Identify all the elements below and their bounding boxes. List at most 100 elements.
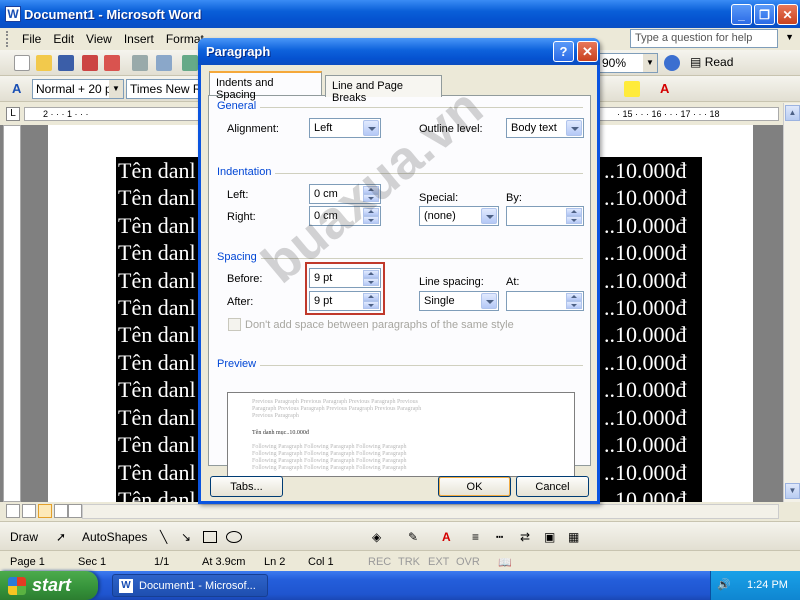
save-icon[interactable] xyxy=(58,55,74,71)
minimize-button[interactable]: _ xyxy=(731,4,752,25)
styles-icon[interactable]: A xyxy=(12,81,28,97)
close-button[interactable]: ✕ xyxy=(777,4,798,25)
alignment-select[interactable]: Left xyxy=(309,118,381,138)
word-title-bar[interactable]: W Document1 - Microsoft Word _ ❐ ✕ xyxy=(0,0,800,28)
vertical-scrollbar[interactable]: ▲ ▼ xyxy=(783,103,800,502)
cancel-button[interactable]: Cancel xyxy=(516,476,589,497)
reading-view-icon[interactable] xyxy=(68,504,82,518)
status-rec[interactable]: REC xyxy=(368,556,391,568)
spin-up-icon[interactable] xyxy=(566,293,582,301)
arrow-icon[interactable]: ↘ xyxy=(181,530,191,544)
by-spinner[interactable] xyxy=(506,206,584,226)
at-spinner[interactable] xyxy=(506,291,584,311)
item-price: ..10.000đ xyxy=(604,158,687,183)
scroll-down-icon[interactable]: ▼ xyxy=(785,483,800,499)
status-ext[interactable]: EXT xyxy=(428,556,449,568)
ok-button-label: OK xyxy=(466,480,483,493)
dialog-help-button[interactable]: ? xyxy=(553,41,574,62)
outline-level-select[interactable]: Body text xyxy=(506,118,584,138)
scroll-up-icon[interactable]: ▲ xyxy=(785,105,800,121)
new-document-icon[interactable] xyxy=(14,55,30,71)
3d-style-icon[interactable]: ▦ xyxy=(568,530,579,544)
select-objects-icon[interactable]: ➚ xyxy=(56,530,66,544)
pdf-icon[interactable] xyxy=(104,55,120,71)
indent-right-spinner[interactable]: 0 cm xyxy=(309,206,381,226)
dialog-title-bar[interactable]: Paragraph xyxy=(198,38,600,65)
spin-up-icon[interactable] xyxy=(566,208,582,216)
clock[interactable]: 1:24 PM xyxy=(747,579,788,591)
spelling-status-icon[interactable]: 📖 xyxy=(498,556,512,569)
windows-taskbar: start W Document1 - Microsof... 🔊 1:24 P… xyxy=(0,571,800,600)
highlight-icon[interactable] xyxy=(624,81,640,97)
zoom-value: 90% xyxy=(602,56,627,70)
chevron-down-icon xyxy=(363,120,379,136)
rectangle-icon[interactable] xyxy=(203,531,217,543)
permission-icon[interactable] xyxy=(82,55,98,71)
line-icon[interactable]: ╲ xyxy=(160,530,167,544)
line-color-icon[interactable]: ✎ xyxy=(408,530,418,544)
web-view-icon[interactable] xyxy=(22,504,36,518)
ok-button[interactable]: OK xyxy=(438,476,511,497)
chevron-down-icon xyxy=(481,208,497,224)
open-folder-icon[interactable] xyxy=(36,55,52,71)
dont-add-space-checkbox[interactable] xyxy=(228,318,241,331)
menu-insert[interactable]: Insert xyxy=(118,32,160,46)
special-select[interactable]: (none) xyxy=(419,206,499,226)
menu-edit[interactable]: Edit xyxy=(47,32,80,46)
line-style-icon[interactable]: ≡ xyxy=(472,530,479,544)
spin-down-icon[interactable] xyxy=(566,301,582,309)
spin-up-icon[interactable] xyxy=(363,186,379,194)
spin-down-icon[interactable] xyxy=(363,216,379,224)
spin-down-icon[interactable] xyxy=(363,194,379,202)
spelling-icon[interactable] xyxy=(182,55,198,71)
horizontal-scrollbar[interactable] xyxy=(82,504,779,519)
spin-down-icon[interactable] xyxy=(566,216,582,224)
help-icon[interactable] xyxy=(664,55,680,71)
read-button[interactable]: ▤ Read xyxy=(690,55,742,71)
print-preview-icon[interactable] xyxy=(156,55,172,71)
ask-question-input[interactable]: Type a question for help xyxy=(630,29,778,48)
start-button[interactable]: start xyxy=(0,571,98,600)
line-spacing-select[interactable]: Single xyxy=(419,291,499,311)
maximize-button[interactable]: ❐ xyxy=(754,4,775,25)
status-trk[interactable]: TRK xyxy=(398,556,420,568)
preview-previous-line: Paragraph Previous Paragraph Previous Pa… xyxy=(252,406,422,412)
ask-dropdown-icon[interactable]: ▼ xyxy=(785,32,794,42)
spin-up-icon[interactable] xyxy=(363,208,379,216)
volume-icon[interactable]: 🔊 xyxy=(717,578,731,591)
menu-view[interactable]: View xyxy=(80,32,118,46)
style-select[interactable]: Normal + 20 pt ▼ xyxy=(32,79,124,99)
indent-left-spinner[interactable]: 0 cm xyxy=(309,184,381,204)
taskbar-item-word[interactable]: W Document1 - Microsof... xyxy=(112,574,268,597)
print-layout-view-icon[interactable] xyxy=(38,504,52,518)
outline-view-icon[interactable] xyxy=(54,504,68,518)
tab-line-and-page-breaks[interactable]: Line and Page Breaks xyxy=(325,75,442,104)
word-app-icon[interactable]: W xyxy=(5,6,21,22)
special-value: (none) xyxy=(424,210,456,222)
chevron-down-icon xyxy=(566,120,582,136)
oval-icon[interactable] xyxy=(226,531,242,543)
shadow-style-icon[interactable]: ▣ xyxy=(544,530,555,544)
dash-style-icon[interactable]: ┅ xyxy=(496,530,503,544)
status-ovr[interactable]: OVR xyxy=(456,556,480,568)
tab-selector-icon[interactable]: L xyxy=(6,107,20,121)
item-name: Tên danl xyxy=(118,295,196,320)
preview-previous-line: Previous Paragraph xyxy=(252,413,299,419)
menu-file[interactable]: File xyxy=(16,32,47,46)
zoom-select[interactable]: 90% ▼ xyxy=(598,53,658,73)
arrow-style-icon[interactable]: ⇄ xyxy=(520,530,530,544)
font-color-icon[interactable]: A xyxy=(660,81,676,97)
autoshapes-menu-button[interactable]: AutoShapes xyxy=(82,530,147,544)
tabs-button[interactable]: Tabs... xyxy=(210,476,283,497)
normal-view-icon[interactable] xyxy=(6,504,20,518)
print-icon[interactable] xyxy=(132,55,148,71)
draw-menu-button[interactable]: Draw xyxy=(10,530,38,544)
toolbar-grip[interactable] xyxy=(6,31,10,47)
font-select[interactable]: Times New Ron xyxy=(126,79,200,99)
tab-indents-and-spacing[interactable]: Indents and Spacing xyxy=(209,71,322,101)
draw-font-color-icon[interactable]: A xyxy=(442,530,451,544)
fill-color-icon[interactable]: ◈ xyxy=(372,530,381,544)
vertical-ruler[interactable] xyxy=(3,125,21,502)
dialog-close-button[interactable]: ✕ xyxy=(577,41,598,62)
chevron-down-icon: ▼ xyxy=(109,80,123,98)
